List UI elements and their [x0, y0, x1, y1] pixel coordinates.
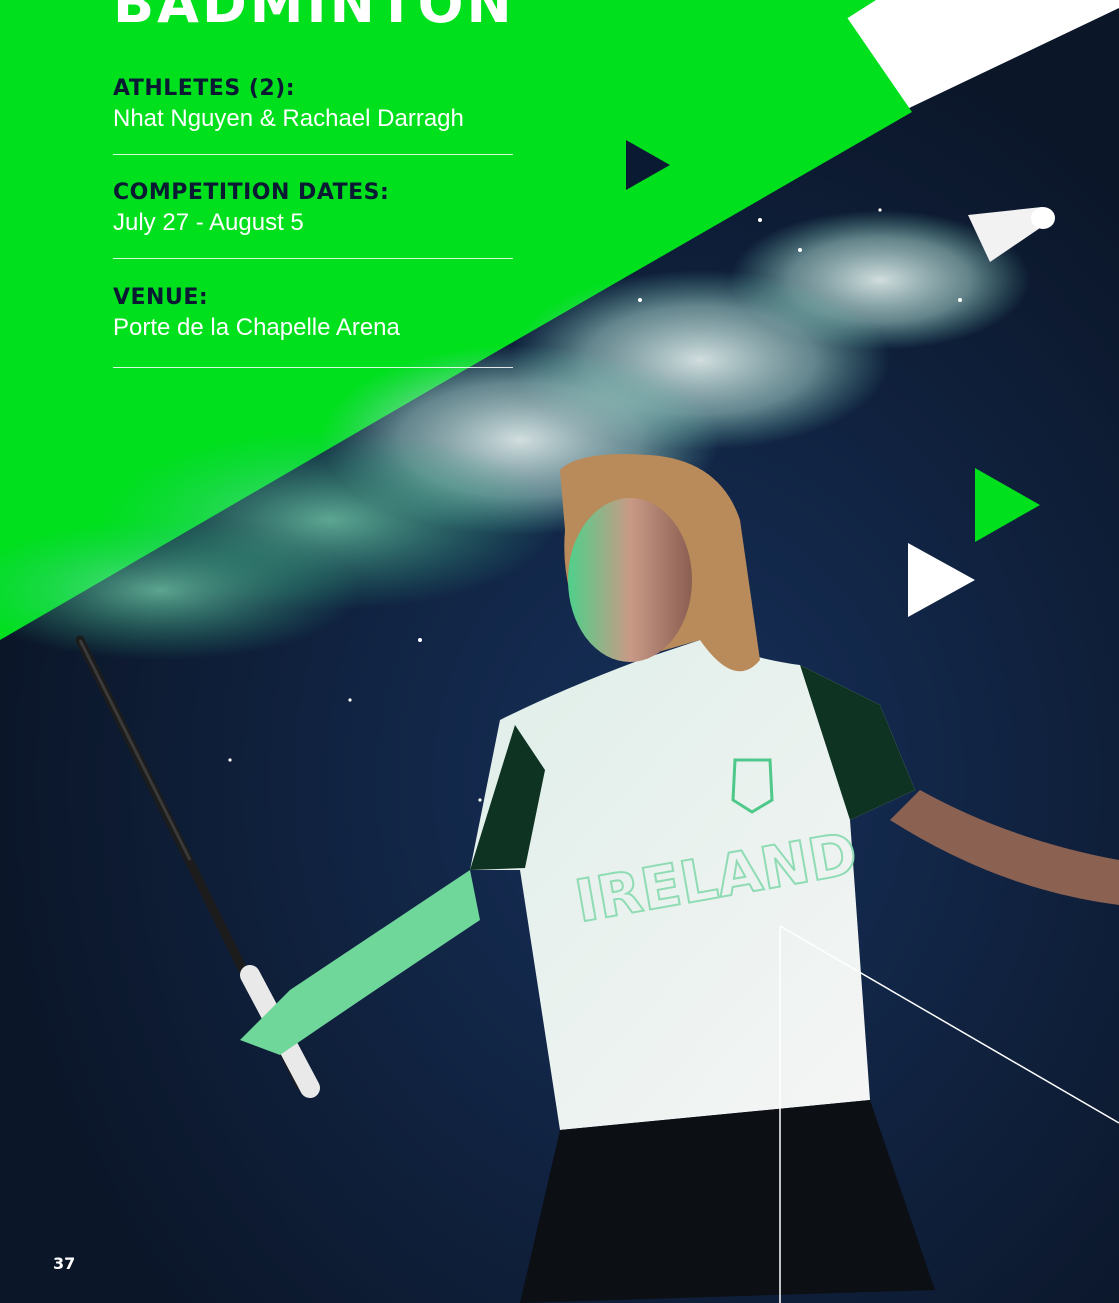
divider: [113, 154, 513, 155]
athletes-label: ATHLETES (2):: [113, 76, 296, 101]
competition-dates-value: July 27 - August 5: [113, 209, 304, 236]
competition-dates-label: COMPETITION DATES:: [113, 180, 390, 205]
venue-value: Porte de la Chapelle Arena: [113, 314, 400, 341]
venue-block: VENUE: Porte de la Chapelle Arena: [113, 283, 513, 368]
divider: [113, 258, 513, 259]
athletes-value: Nhat Nguyen & Rachael Darragh: [113, 105, 464, 132]
competition-dates-block: COMPETITION DATES: July 27 - August 5: [113, 178, 513, 259]
athletes-block: ATHLETES (2): Nhat Nguyen & Rachael Darr…: [113, 74, 513, 155]
page-heading: BADMINTON: [113, 0, 515, 35]
venue-label: VENUE:: [113, 285, 209, 310]
page-number: 37: [53, 1254, 76, 1273]
divider: [113, 367, 513, 368]
